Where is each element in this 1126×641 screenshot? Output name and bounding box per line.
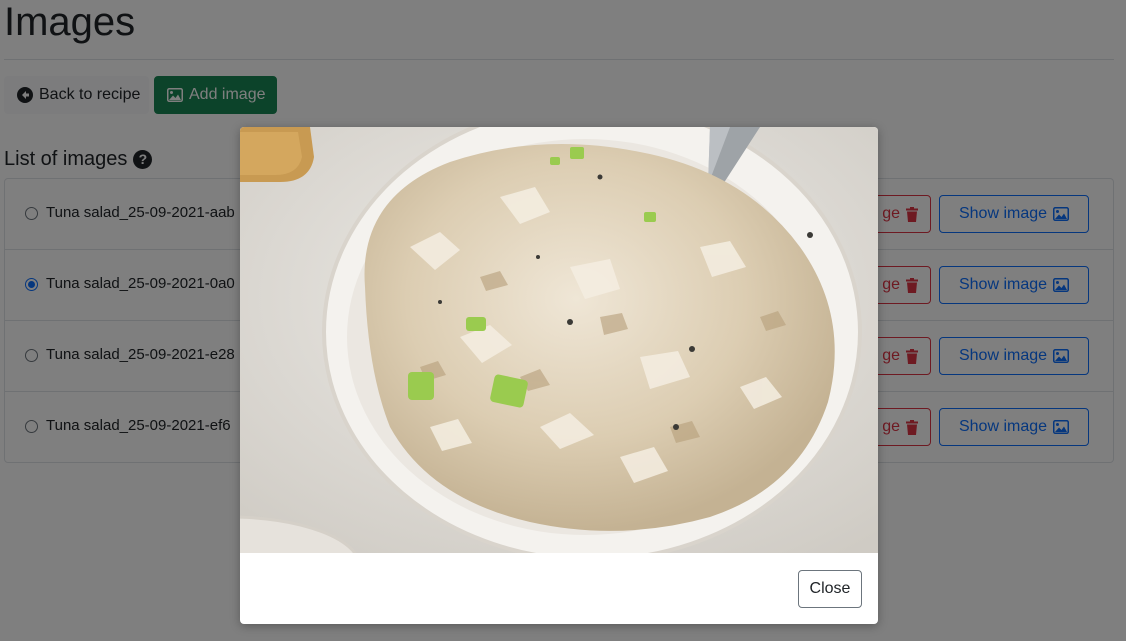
close-button[interactable]: Close [798, 570, 862, 608]
recipe-image [240, 127, 878, 553]
image-preview-modal: Close [240, 127, 878, 624]
